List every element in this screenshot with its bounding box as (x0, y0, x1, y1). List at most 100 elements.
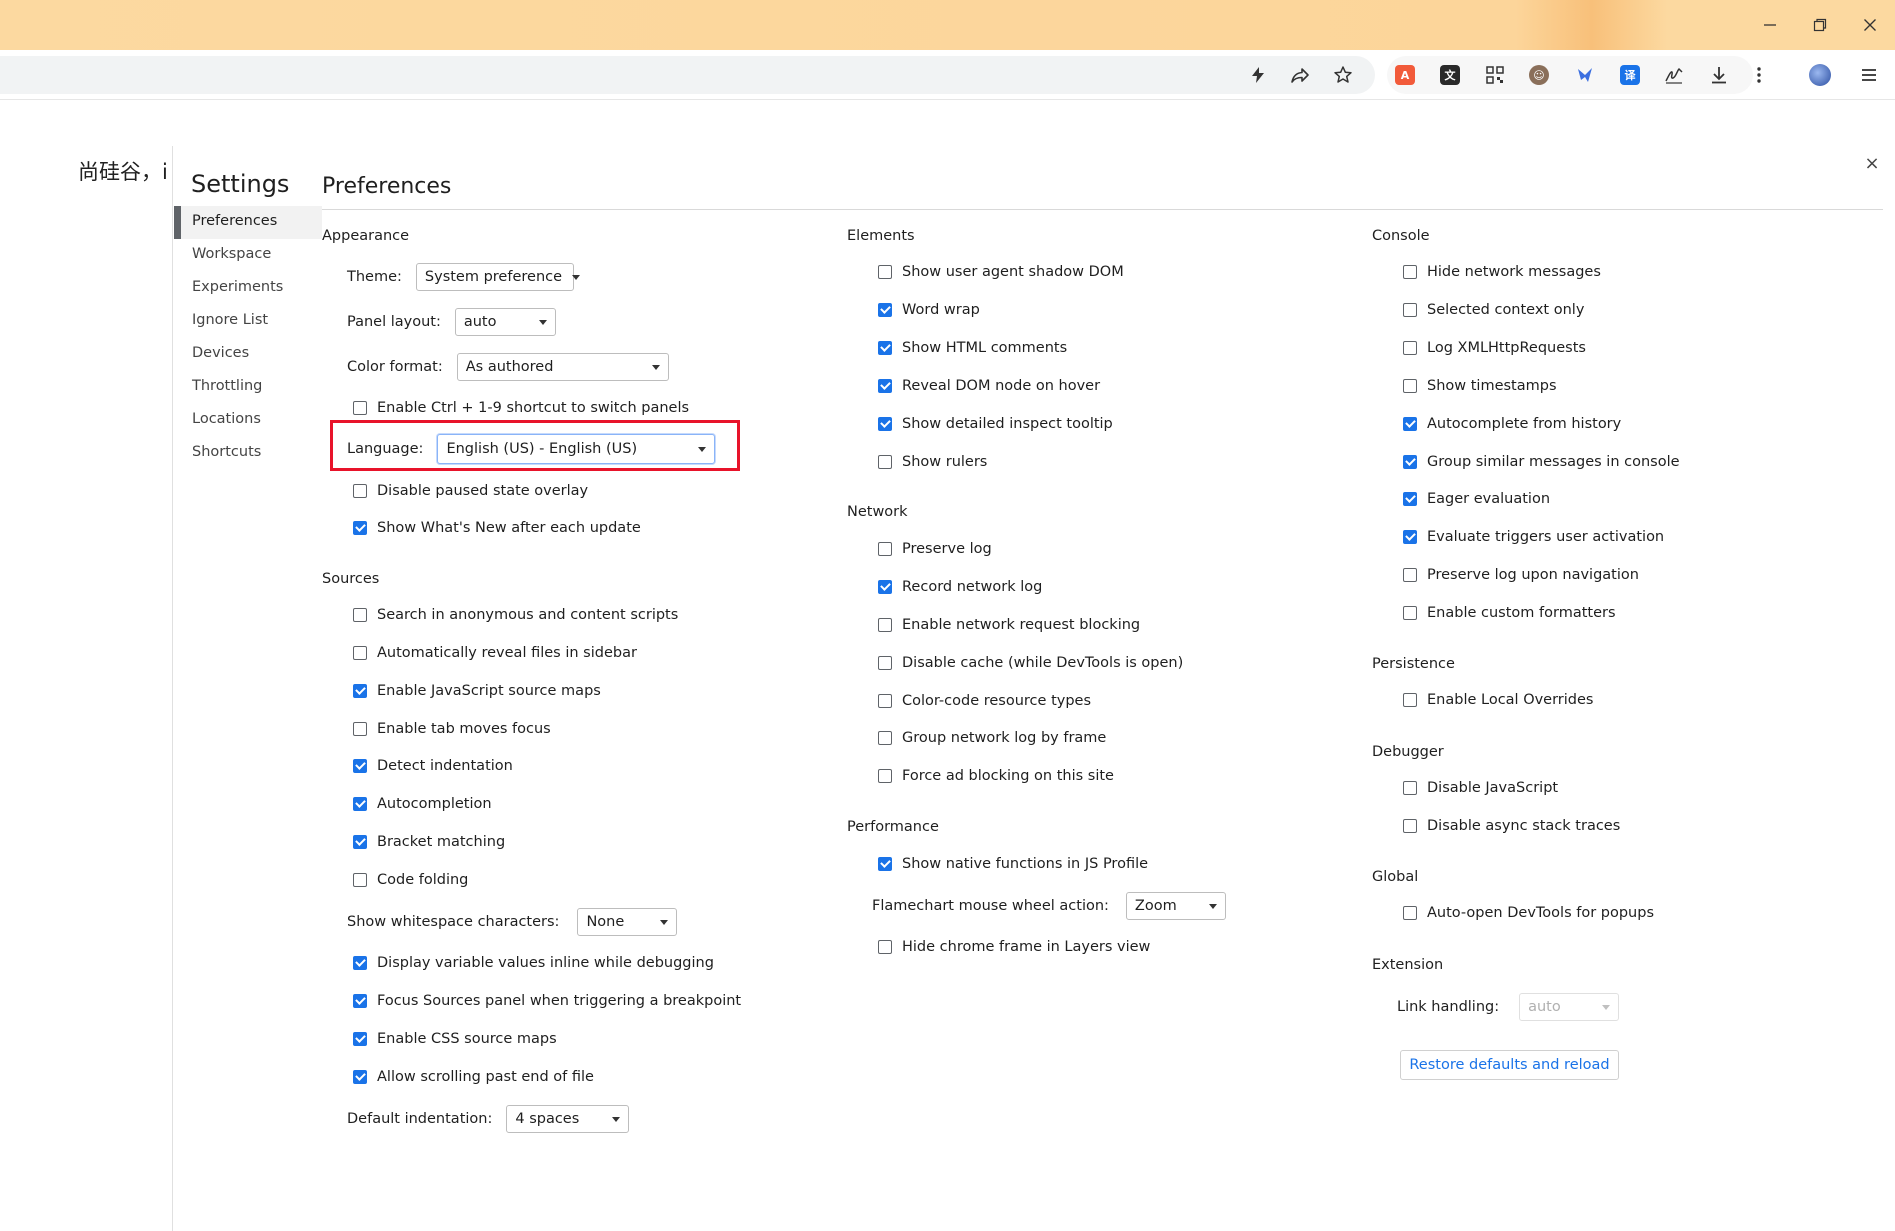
network-option[interactable]: Group network log by frame (878, 730, 1106, 746)
console-option[interactable]: Autocomplete from history (1403, 416, 1621, 432)
whats-new-checkbox[interactable] (353, 521, 367, 535)
console-option[interactable]: Eager evaluation (1403, 491, 1550, 507)
elements-checkbox[interactable] (878, 379, 892, 393)
nav-item-shortcuts[interactable]: Shortcuts (174, 437, 322, 470)
sources-option[interactable]: Automatically reveal files in sidebar (353, 645, 637, 661)
share-icon[interactable] (1288, 63, 1312, 87)
console-checkbox[interactable] (1403, 606, 1417, 620)
sources-checkbox[interactable] (353, 1032, 367, 1046)
disable-js-option[interactable]: Disable JavaScript (1403, 780, 1558, 796)
nav-item-devices[interactable]: Devices (174, 338, 322, 371)
sources-option[interactable]: Enable JavaScript source maps (353, 683, 601, 699)
sources-checkbox[interactable] (353, 684, 367, 698)
nav-item-preferences[interactable]: Preferences (174, 206, 322, 239)
network-checkbox[interactable] (878, 694, 892, 708)
console-option[interactable]: Selected context only (1403, 302, 1584, 318)
sources-option[interactable]: Autocompletion (353, 796, 492, 812)
elements-option[interactable]: Reveal DOM node on hover (878, 378, 1100, 394)
sources-checkbox[interactable] (353, 646, 367, 660)
sources-checkbox[interactable] (353, 759, 367, 773)
console-checkbox[interactable] (1403, 379, 1417, 393)
disable-async-checkbox[interactable] (1403, 819, 1417, 833)
sources-option[interactable]: Enable tab moves focus (353, 721, 551, 737)
console-option[interactable]: Show timestamps (1403, 378, 1557, 394)
more-vertical-icon[interactable] (1747, 63, 1771, 87)
panel-layout-select[interactable]: auto (454, 308, 556, 336)
color-format-select[interactable]: As authored (456, 353, 669, 381)
avatar-extension-icon[interactable]: ☺ (1527, 63, 1551, 87)
sources-checkbox[interactable] (353, 608, 367, 622)
hide-chrome-frame-option[interactable]: Hide chrome frame in Layers view (878, 939, 1150, 955)
console-option[interactable]: Log XMLHttpRequests (1403, 340, 1586, 356)
auto-open-option[interactable]: Auto-open DevTools for popups (1403, 905, 1654, 921)
console-checkbox[interactable] (1403, 568, 1417, 582)
nav-item-workspace[interactable]: Workspace (174, 239, 322, 272)
auto-open-checkbox[interactable] (1403, 906, 1417, 920)
sources-checkbox[interactable] (353, 873, 367, 887)
console-option[interactable]: Group similar messages in console (1403, 454, 1680, 470)
sources-option[interactable]: Code folding (353, 872, 468, 888)
network-option[interactable]: Preserve log (878, 541, 992, 557)
network-checkbox[interactable] (878, 542, 892, 556)
sources-option[interactable]: Display variable values inline while deb… (353, 955, 714, 971)
whats-new-option[interactable]: Show What's New after each update (353, 520, 641, 536)
bird-extension-icon[interactable] (1573, 63, 1597, 87)
pdf-extension-icon[interactable]: A (1393, 63, 1417, 87)
qr-code-icon[interactable] (1483, 63, 1507, 87)
network-checkbox[interactable] (878, 580, 892, 594)
disable-async-option[interactable]: Disable async stack traces (1403, 818, 1620, 834)
network-option[interactable]: Disable cache (while DevTools is open) (878, 655, 1183, 671)
nav-item-ignore-list[interactable]: Ignore List (174, 305, 322, 338)
native-functions-option[interactable]: Show native functions in JS Profile (878, 856, 1148, 872)
bookmark-star-icon[interactable] (1331, 63, 1355, 87)
network-checkbox[interactable] (878, 618, 892, 632)
address-bar[interactable] (0, 56, 1375, 94)
nav-item-locations[interactable]: Locations (174, 404, 322, 437)
elements-checkbox[interactable] (878, 303, 892, 317)
disable-js-checkbox[interactable] (1403, 781, 1417, 795)
restore-defaults-button[interactable]: Restore defaults and reload (1400, 1050, 1619, 1080)
console-checkbox[interactable] (1403, 265, 1417, 279)
sources-option[interactable]: Enable CSS source maps (353, 1031, 557, 1047)
menu-icon[interactable] (1857, 63, 1881, 87)
network-option[interactable]: Force ad blocking on this site (878, 768, 1114, 784)
whitespace-select[interactable]: None (577, 908, 678, 936)
network-checkbox[interactable] (878, 731, 892, 745)
sources-checkbox[interactable] (353, 835, 367, 849)
elements-option[interactable]: Show HTML comments (878, 340, 1067, 356)
close-window-button[interactable] (1850, 8, 1890, 42)
console-checkbox[interactable] (1403, 303, 1417, 317)
network-option[interactable]: Color-code resource types (878, 693, 1091, 709)
theme-select[interactable]: System preference (415, 263, 581, 291)
indentation-select[interactable]: 4 spaces (506, 1105, 630, 1133)
translate-extension-icon[interactable]: 文 (1438, 63, 1462, 87)
sources-option[interactable]: Search in anonymous and content scripts (353, 607, 678, 623)
translate-icon[interactable]: 译 (1618, 63, 1642, 87)
console-option[interactable]: Enable custom formatters (1403, 605, 1616, 621)
sources-checkbox[interactable] (353, 994, 367, 1008)
console-option[interactable]: Preserve log upon navigation (1403, 567, 1639, 583)
console-checkbox[interactable] (1403, 341, 1417, 355)
minimize-button[interactable] (1750, 8, 1790, 42)
sources-option[interactable]: Focus Sources panel when triggering a br… (353, 993, 741, 1009)
nav-item-experiments[interactable]: Experiments (174, 272, 322, 305)
elements-checkbox[interactable] (878, 417, 892, 431)
elements-option[interactable]: Word wrap (878, 302, 980, 318)
ctrl-shortcut-option[interactable]: Enable Ctrl + 1-9 shortcut to switch pan… (353, 400, 689, 416)
console-option[interactable]: Hide network messages (1403, 264, 1601, 280)
network-option[interactable]: Record network log (878, 579, 1042, 595)
paused-overlay-checkbox[interactable] (353, 484, 367, 498)
elements-option[interactable]: Show detailed inspect tooltip (878, 416, 1113, 432)
native-functions-checkbox[interactable] (878, 857, 892, 871)
hide-chrome-frame-checkbox[interactable] (878, 940, 892, 954)
console-checkbox[interactable] (1403, 417, 1417, 431)
sources-checkbox[interactable] (353, 956, 367, 970)
profile-avatar[interactable] (1808, 63, 1832, 87)
console-option[interactable]: Evaluate triggers user activation (1403, 529, 1664, 545)
elements-option[interactable]: Show rulers (878, 454, 987, 470)
sources-option[interactable]: Bracket matching (353, 834, 505, 850)
signature-icon[interactable] (1662, 63, 1686, 87)
elements-checkbox[interactable] (878, 265, 892, 279)
ctrl-shortcut-checkbox[interactable] (353, 401, 367, 415)
console-checkbox[interactable] (1403, 455, 1417, 469)
